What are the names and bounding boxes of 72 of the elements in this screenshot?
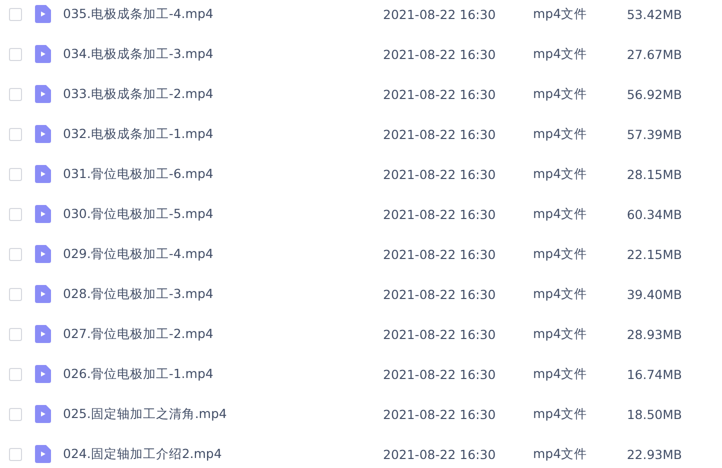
file-name[interactable]: 028.骨位电极加工-3.mp4 <box>63 286 383 302</box>
video-file-icon <box>35 405 51 423</box>
file-size: 27.67MB <box>626 46 682 62</box>
file-name[interactable]: 027.骨位电极加工-2.mp4 <box>63 326 383 342</box>
file-size: 57.39MB <box>626 126 682 142</box>
file-size: 18.50MB <box>626 406 682 422</box>
file-type: mp4文件 <box>533 246 588 262</box>
file-type: mp4文件 <box>533 6 588 22</box>
modified-date: 2021-08-22 16:30 <box>383 406 497 422</box>
video-file-icon <box>35 165 51 183</box>
video-file-icon <box>35 285 51 303</box>
file-size: 22.93MB <box>626 446 682 462</box>
checkbox[interactable] <box>9 88 22 100</box>
modified-date: 2021-08-22 16:30 <box>383 326 497 342</box>
file-name[interactable]: 024.固定轴加工介绍2.mp4 <box>63 446 383 462</box>
file-type: mp4文件 <box>533 286 588 302</box>
file-size: 56.92MB <box>626 86 682 102</box>
file-size: 53.42MB <box>626 6 682 22</box>
file-name[interactable]: 032.电极成条加工-1.mp4 <box>63 126 383 142</box>
file-type: mp4文件 <box>533 366 588 382</box>
video-file-icon <box>35 125 51 143</box>
file-name[interactable]: 030.骨位电极加工-5.mp4 <box>63 206 383 222</box>
checkbox[interactable] <box>9 288 22 300</box>
modified-date: 2021-08-22 16:30 <box>383 6 497 22</box>
file-name[interactable]: 029.骨位电极加工-4.mp4 <box>63 246 383 262</box>
checkbox[interactable] <box>9 248 22 260</box>
modified-date: 2021-08-22 16:30 <box>383 286 497 302</box>
checkbox[interactable] <box>9 168 22 180</box>
checkbox[interactable] <box>9 8 22 20</box>
file-size: 60.34MB <box>626 206 682 222</box>
video-file-icon <box>35 5 51 23</box>
file-name[interactable]: 025.固定轴加工之清角.mp4 <box>63 406 383 422</box>
file-size: 22.15MB <box>626 246 682 262</box>
file-size: 28.93MB <box>626 326 682 342</box>
modified-date: 2021-08-22 16:30 <box>383 246 497 262</box>
file-name[interactable]: 035.电极成条加工-4.mp4 <box>63 6 383 22</box>
modified-date: 2021-08-22 16:30 <box>383 366 497 382</box>
modified-date: 2021-08-22 16:30 <box>383 446 497 462</box>
file-name[interactable]: 031.骨位电极加工-6.mp4 <box>63 166 383 182</box>
file-size: 28.15MB <box>626 166 682 182</box>
file-type: mp4文件 <box>533 126 588 142</box>
file-size: 39.40MB <box>626 286 682 302</box>
video-file-icon <box>35 445 51 463</box>
file-type: mp4文件 <box>533 406 588 422</box>
file-type: mp4文件 <box>533 46 588 62</box>
file-type: mp4文件 <box>533 206 588 222</box>
checkbox[interactable] <box>9 408 22 420</box>
video-file-icon <box>35 365 51 383</box>
modified-date: 2021-08-22 16:30 <box>383 206 497 222</box>
modified-date: 2021-08-22 16:30 <box>383 46 497 62</box>
checkbox[interactable] <box>9 448 22 460</box>
video-file-icon <box>35 85 51 103</box>
file-type: mp4文件 <box>533 446 588 462</box>
checkbox[interactable] <box>9 128 22 140</box>
modified-date: 2021-08-22 16:30 <box>383 126 497 142</box>
video-file-icon <box>35 325 51 343</box>
video-file-icon <box>35 45 51 63</box>
checkbox[interactable] <box>9 328 22 340</box>
file-type: mp4文件 <box>533 86 588 102</box>
video-file-icon <box>35 245 51 263</box>
video-file-icon <box>35 205 51 223</box>
modified-date: 2021-08-22 16:30 <box>383 86 497 102</box>
file-name[interactable]: 034.电极成条加工-3.mp4 <box>63 46 383 62</box>
file-name[interactable]: 026.骨位电极加工-1.mp4 <box>63 366 383 382</box>
modified-date: 2021-08-22 16:30 <box>383 166 497 182</box>
checkbox[interactable] <box>9 208 22 220</box>
file-name[interactable]: 033.电极成条加工-2.mp4 <box>63 86 383 102</box>
checkbox[interactable] <box>9 48 22 60</box>
file-type: mp4文件 <box>533 326 588 342</box>
file-size: 16.74MB <box>626 366 682 382</box>
file-type: mp4文件 <box>533 166 588 182</box>
checkbox[interactable] <box>9 368 22 380</box>
